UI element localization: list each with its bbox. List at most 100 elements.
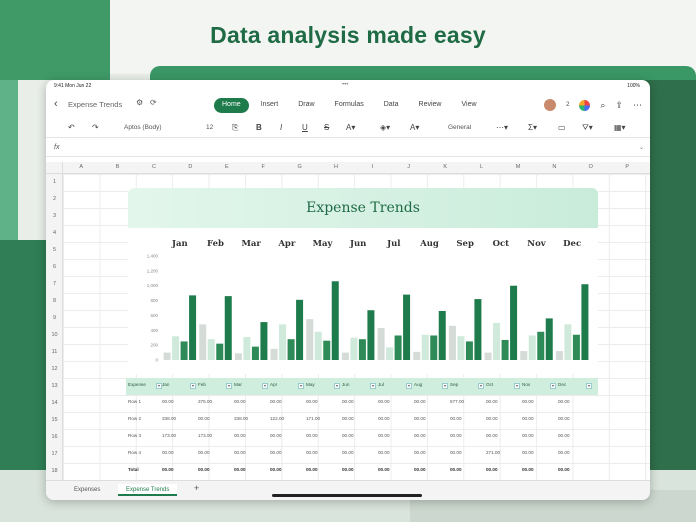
table-cell[interactable]: 00.00 [162, 467, 174, 472]
table-cell[interactable]: 00.00 [234, 450, 246, 455]
table-cell[interactable]: 00.00 [558, 399, 570, 404]
sheet-tab-expenses[interactable]: Expenses [66, 484, 108, 496]
bar[interactable] [537, 331, 545, 360]
column-header[interactable]: Q [645, 164, 650, 170]
bar[interactable] [572, 334, 580, 360]
row-header[interactable]: 2 [46, 196, 63, 202]
filter-dropdown-icon[interactable]: ▾ [370, 383, 376, 389]
bar[interactable] [358, 339, 366, 360]
table-cell[interactable]: 00.00 [198, 467, 210, 472]
multitask-dots-icon[interactable]: ••• [342, 82, 348, 88]
bar[interactable] [189, 295, 197, 360]
copilot-icon[interactable] [579, 99, 591, 111]
insert-cells-icon[interactable]: ▭ [558, 123, 566, 132]
table-cell[interactable]: 122.00 [270, 416, 284, 421]
table-cell[interactable]: May [306, 382, 315, 387]
font-name-select[interactable]: Aptos (Body) [118, 122, 204, 134]
table-cell[interactable]: Oct [486, 382, 493, 387]
tab-insert[interactable]: Insert [253, 98, 287, 113]
table-total-row[interactable]: Total 00.00 00.00 00.00 00.00 00.00 00.00 00.00… [126, 463, 598, 480]
bar[interactable] [421, 334, 429, 360]
sheet-tab-expense-trends[interactable]: Expense Trends [118, 484, 178, 496]
filter-icon[interactable]: ⛛▾ [582, 123, 593, 133]
table-cell[interactable]: 00.00 [234, 399, 246, 404]
comma-style-icon[interactable]: ⋯▾ [496, 123, 508, 132]
more-icon[interactable]: ⋯ [633, 100, 642, 111]
table-cell[interactable]: 00.00 [450, 467, 462, 472]
table-cell[interactable]: 00.00 [198, 416, 210, 421]
table-cell[interactable]: 00.00 [378, 467, 390, 472]
table-cell[interactable]: 00.00 [414, 450, 426, 455]
bar[interactable] [314, 331, 322, 360]
table-cell[interactable]: 271.00 [486, 450, 500, 455]
table-cell[interactable]: 00.00 [558, 467, 570, 472]
column-header[interactable]: H [318, 164, 354, 170]
bar[interactable] [545, 318, 553, 360]
table-cell[interactable]: 00.00 [306, 399, 318, 404]
back-chevron-icon[interactable]: ‹ [54, 98, 58, 110]
table-cell[interactable]: Jul [378, 382, 384, 387]
table-cell[interactable]: 00.00 [414, 416, 426, 421]
bar[interactable] [163, 352, 171, 360]
table-cell[interactable]: 00.00 [342, 399, 354, 404]
filter-dropdown-icon[interactable]: ▾ [514, 383, 520, 389]
table-cell[interactable]: Jun [342, 382, 349, 387]
underline-icon[interactable]: U [302, 123, 308, 132]
bar[interactable] [287, 339, 295, 360]
font-size-select[interactable]: 12 [206, 122, 220, 131]
row-header[interactable]: 12 [46, 366, 63, 372]
table-cell[interactable]: 00.00 [378, 416, 390, 421]
bar[interactable] [216, 343, 224, 360]
table-cell[interactable]: 00.00 [522, 399, 534, 404]
row-header[interactable]: 5 [46, 247, 63, 253]
table-cell[interactable]: 00.00 [522, 467, 534, 472]
table-cell[interactable]: 00.00 [378, 399, 390, 404]
bar[interactable] [493, 322, 501, 360]
table-cell[interactable]: 338.00 [162, 416, 176, 421]
table-cell[interactable]: 00.00 [558, 433, 570, 438]
bar[interactable] [341, 352, 349, 360]
row-header[interactable]: 7 [46, 281, 63, 287]
row-header[interactable]: 3 [46, 213, 63, 219]
table-cell[interactable]: 00.00 [342, 467, 354, 472]
redo-icon[interactable]: ↷ [92, 123, 99, 132]
row-header[interactable]: 6 [46, 264, 63, 270]
bar[interactable] [457, 336, 465, 360]
table-cell[interactable]: 338.00 [234, 416, 248, 421]
row-header[interactable]: 4 [46, 230, 63, 236]
font-color-icon[interactable]: A▾ [410, 123, 419, 132]
filter-dropdown-icon[interactable]: ▾ [226, 383, 232, 389]
table-cell[interactable]: 00.00 [162, 450, 174, 455]
column-header[interactable]: I [354, 164, 390, 170]
table-cell[interactable]: 173.00 [162, 433, 176, 438]
bar[interactable] [430, 335, 438, 360]
table-cell[interactable]: Jan [162, 382, 169, 387]
number-format-select[interactable]: General [444, 122, 488, 134]
table-cell[interactable]: 00.00 [270, 433, 282, 438]
column-header[interactable]: N [536, 164, 572, 170]
tab-view[interactable]: View [453, 98, 484, 113]
bar[interactable] [172, 336, 180, 360]
bar[interactable] [224, 296, 232, 360]
bar[interactable] [234, 353, 242, 360]
table-cell[interactable]: 00.00 [522, 416, 534, 421]
autosum-icon[interactable]: Σ▾ [528, 123, 537, 132]
bar[interactable] [520, 351, 528, 360]
bar[interactable] [581, 284, 589, 360]
table-cell[interactable]: Feb [198, 382, 206, 387]
share-icon[interactable]: ⇪ [615, 100, 623, 111]
strikethrough-icon[interactable]: S [324, 123, 329, 132]
column-header[interactable]: M [500, 164, 536, 170]
column-header[interactable]: L [463, 164, 499, 170]
table-cell[interactable]: 00.00 [234, 467, 246, 472]
format-painter-icon[interactable]: ⎘ [232, 123, 238, 133]
filter-dropdown-icon[interactable]: ▾ [298, 383, 304, 389]
table-cell[interactable]: 00.00 [270, 399, 282, 404]
table-cell[interactable]: Dec [558, 382, 566, 387]
row-header[interactable]: 17 [46, 451, 63, 457]
column-header[interactable]: P [609, 164, 645, 170]
bar[interactable] [279, 324, 287, 360]
function-icon[interactable]: fx [54, 144, 59, 151]
bar[interactable] [394, 335, 402, 360]
table-cell[interactable]: 00.00 [342, 450, 354, 455]
